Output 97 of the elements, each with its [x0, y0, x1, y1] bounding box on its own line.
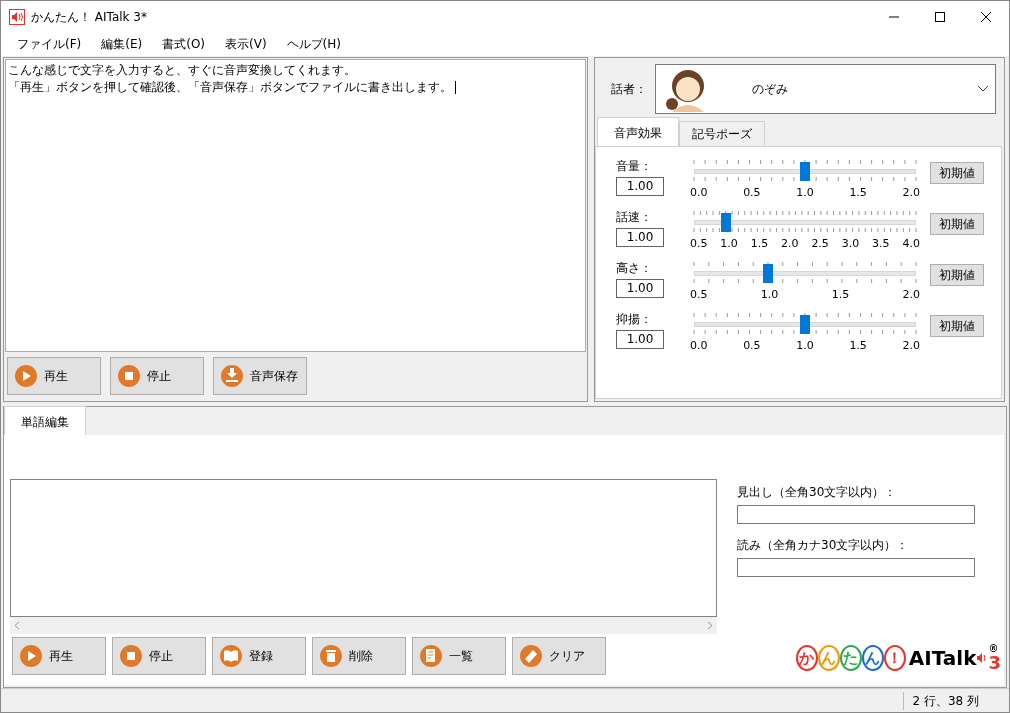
tab[interactable]: 記号ポーズ	[679, 120, 765, 146]
register-button[interactable]: 登録	[212, 637, 306, 676]
scale-label: 3.0	[841, 235, 860, 252]
list-button[interactable]: 一覧	[412, 637, 506, 676]
reset-button[interactable]: 初期値	[930, 212, 984, 235]
save-button[interactable]: 音声保存	[213, 357, 307, 396]
play-button[interactable]: 再生	[7, 357, 101, 396]
scale-label: 0.5	[743, 184, 761, 201]
document-icon	[419, 644, 443, 669]
text-caret	[455, 80, 456, 94]
value-field[interactable]: 1.00	[616, 176, 664, 196]
speaker-dropdown[interactable]: のぞみ	[655, 63, 996, 114]
slider[interactable]	[694, 263, 916, 283]
slider-thumb[interactable]	[800, 314, 810, 334]
stop-button[interactable]: 停止	[110, 357, 204, 396]
cursor-position: 2 行、38 列	[903, 691, 1009, 710]
close-icon	[981, 11, 991, 22]
menu-item[interactable]: 編集(E)	[91, 34, 153, 53]
input-field[interactable]	[737, 505, 975, 525]
reset-button[interactable]: 初期値	[930, 314, 984, 337]
scale-label: 1.5	[849, 337, 867, 354]
scale-label: 2.0	[902, 337, 920, 354]
text-editor[interactable]: こんな感じで文字を入力すると、すぐに音声変換してくれます。 「再生」ボタンを押して確認後、「音声保存」ボタンでファイルに書き出します。	[5, 58, 586, 353]
clear-button[interactable]: クリア	[512, 637, 606, 676]
scale-label: 1.5	[849, 184, 867, 201]
scale-label: 0.0	[690, 337, 708, 354]
scale-label: 1.0	[720, 235, 738, 252]
slider-thumb[interactable]	[720, 212, 731, 232]
scale-label: 1.5	[831, 286, 850, 303]
value-field[interactable]: 1.00	[616, 329, 664, 349]
logo-character: ！	[883, 645, 906, 672]
scale-label: 1.0	[796, 337, 814, 354]
slider[interactable]	[694, 212, 916, 232]
stop-icon	[119, 644, 143, 669]
field-label: 読み（全角カナ30文字以内）：	[737, 537, 910, 555]
logo-character: か	[795, 645, 818, 672]
logo-name: AITalk	[908, 645, 977, 673]
scale-label: 1.0	[760, 286, 779, 303]
tab[interactable]: 単語編集	[4, 406, 86, 437]
scale-label: 3.5	[872, 235, 890, 252]
book-icon	[219, 644, 243, 669]
scale-label: 1.5	[750, 235, 769, 252]
eraser-icon	[519, 644, 543, 669]
play-icon	[14, 364, 38, 389]
scale-label: 2.0	[902, 286, 920, 303]
delete-button[interactable]: 削除	[312, 637, 406, 676]
logo-version: 3	[988, 654, 1001, 673]
registered-mark: ®	[988, 644, 1000, 655]
trash-icon	[319, 644, 343, 669]
reset-button[interactable]: 初期値	[930, 263, 984, 286]
maximize-icon	[935, 11, 945, 22]
logo-character: ん	[817, 645, 840, 672]
slider[interactable]	[694, 314, 916, 334]
speaker-name: のぞみ	[752, 80, 789, 98]
window-title: かんたん！ AITalk 3*	[31, 8, 147, 26]
scale-label: 2.0	[902, 184, 920, 201]
scale-label: 0.5	[690, 235, 708, 252]
slider-label: 話速：	[616, 208, 653, 226]
slider[interactable]	[694, 161, 916, 181]
slider-label: 音量：	[616, 157, 653, 175]
slider-thumb[interactable]	[762, 263, 773, 283]
scale-label: 1.0	[796, 184, 814, 201]
scale-label: 4.0	[902, 235, 920, 252]
logo-character: た	[839, 645, 862, 672]
tab[interactable]: 音声効果	[597, 116, 679, 147]
play-button[interactable]: 再生	[12, 637, 106, 676]
field-label: 見出し（全角30文字以内）：	[737, 484, 898, 502]
slider-label: 抑揚：	[616, 310, 653, 328]
chevron-down-icon	[978, 85, 988, 92]
download-icon	[220, 364, 244, 389]
menu-item[interactable]: ヘルプ(H)	[276, 34, 351, 53]
reset-button[interactable]: 初期値	[930, 161, 984, 184]
scale-label: 0.5	[690, 286, 708, 303]
stop-button[interactable]: 停止	[112, 637, 206, 676]
scroll-right-icon[interactable]	[707, 621, 713, 631]
scroll-left-icon[interactable]	[14, 621, 20, 631]
value-field[interactable]: 1.00	[616, 278, 664, 298]
scale-label: 2.5	[811, 235, 829, 252]
menu-item[interactable]: 表示(V)	[215, 34, 277, 53]
scale-label: 0.5	[743, 337, 761, 354]
horizontal-scrollbar[interactable]	[10, 617, 717, 635]
menu-item[interactable]: 書式(O)	[152, 34, 216, 53]
menu-item[interactable]: ファイル(F)	[7, 34, 92, 53]
scale-label: 0.0	[690, 184, 708, 201]
play-icon	[19, 644, 43, 669]
slider-thumb[interactable]	[800, 161, 810, 181]
value-field[interactable]: 1.00	[616, 227, 664, 247]
speaker-label: 話者：	[611, 80, 647, 98]
sound-icon	[976, 652, 989, 665]
text-line: こんな感じで文字を入力すると、すぐに音声変換してくれます。	[8, 62, 356, 77]
logo-character: ん	[861, 645, 884, 672]
speaker-icon	[9, 9, 25, 25]
stop-icon	[117, 364, 141, 389]
scale-label: 2.0	[781, 235, 799, 252]
text-line: 「再生」ボタンを押して確認後、「音声保存」ボタンでファイルに書き出します。	[8, 79, 452, 94]
input-field[interactable]	[737, 558, 975, 578]
slider-label: 高さ：	[616, 259, 653, 277]
